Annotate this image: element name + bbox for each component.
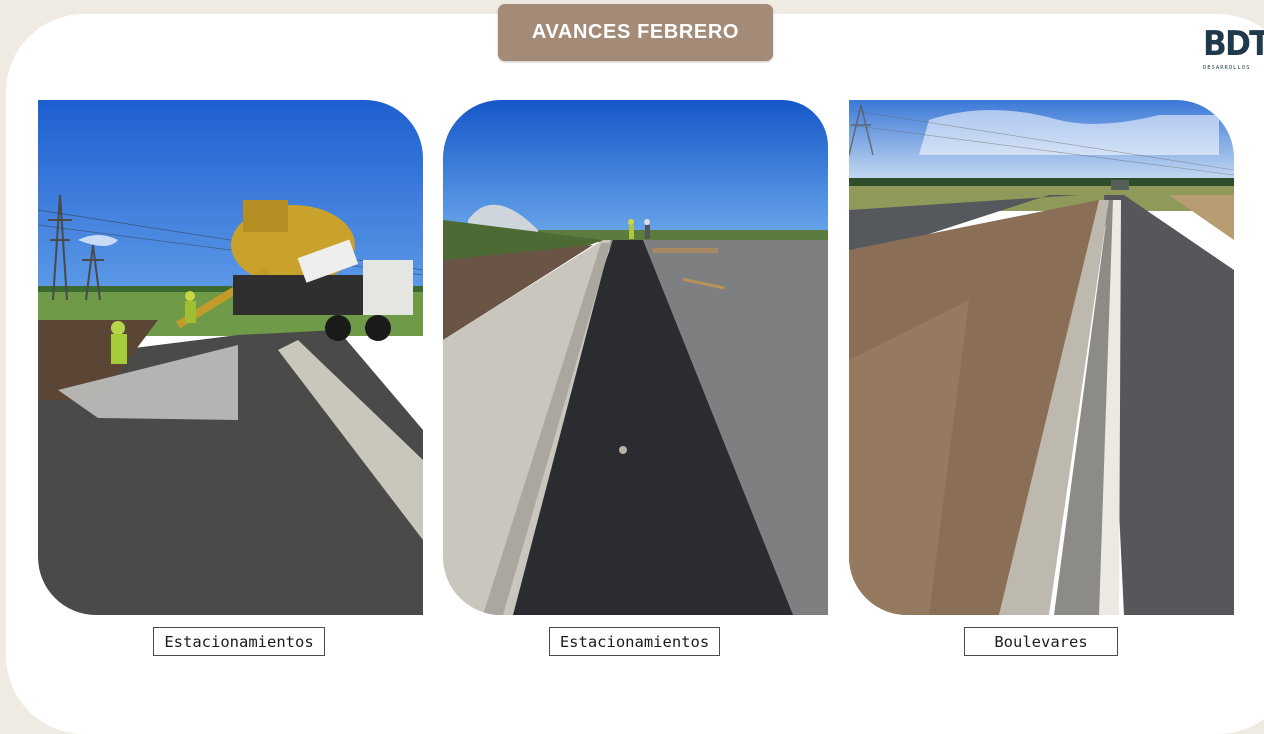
brand-logo: BDT DESARROLLOS [1203, 24, 1264, 76]
slide-title-text: AVANCES FEBRERO [531, 21, 740, 43]
photo-concrete-truck [38, 100, 423, 615]
photo-caption-3-text: Boulevares [994, 632, 1088, 651]
concrete-truck-image [38, 100, 423, 615]
slide-title: AVANCES FEBRERO [498, 4, 773, 61]
photo-caption-2: Estacionamientos [549, 627, 720, 656]
logo-mark: BDT [1203, 24, 1264, 64]
photo-caption-3: Boulevares [964, 627, 1118, 656]
photo-curb-gravel [443, 100, 828, 615]
boulevard-image [849, 100, 1234, 615]
photo-caption-1: Estacionamientos [153, 627, 325, 656]
curb-gravel-image [443, 100, 828, 615]
photo-caption-2-text: Estacionamientos [559, 632, 710, 651]
photo-caption-1-text: Estacionamientos [164, 632, 314, 651]
logo-subtitle: DESARROLLOS [1203, 65, 1251, 71]
photo-boulevard [849, 100, 1234, 615]
